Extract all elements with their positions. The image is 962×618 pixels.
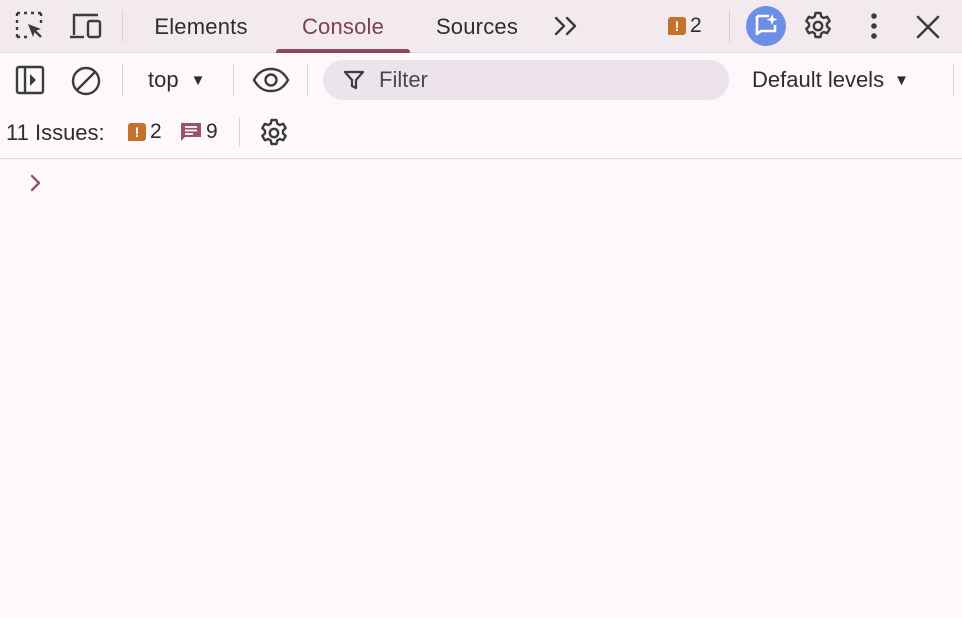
- sidebar-toggle-icon[interactable]: [15, 65, 45, 95]
- issues-info-counter[interactable]: 9: [180, 120, 218, 144]
- message-icon: [180, 121, 202, 143]
- gear-icon[interactable]: [258, 117, 290, 149]
- filter-box[interactable]: [323, 60, 729, 100]
- inspect-element-icon[interactable]: [14, 10, 46, 42]
- context-selector[interactable]: top ▼: [148, 53, 205, 107]
- divider: [122, 10, 123, 42]
- dropdown-caret-icon: ▼: [190, 71, 206, 89]
- divider: [239, 117, 240, 147]
- device-toolbar-icon[interactable]: [68, 11, 104, 41]
- log-levels-dropdown[interactable]: Default levels ▼: [752, 53, 909, 107]
- divider: [122, 64, 123, 96]
- issues-warnings-counter[interactable]: ! 2: [128, 120, 162, 144]
- clear-console-icon[interactable]: [70, 65, 102, 97]
- dropdown-caret-icon: ▼: [894, 71, 909, 89]
- warning-icon: !: [128, 123, 146, 141]
- console-prompt[interactable]: [29, 172, 43, 194]
- close-icon[interactable]: [915, 14, 941, 40]
- chevron-right-icon: [29, 172, 43, 194]
- divider: [233, 64, 234, 96]
- issues-label: 11 Issues:: [6, 120, 105, 145]
- gear-icon[interactable]: [802, 10, 834, 42]
- warnings-counter[interactable]: ! 2: [668, 14, 702, 38]
- ai-assistant-button[interactable]: [746, 6, 786, 46]
- more-tabs-icon[interactable]: [553, 14, 579, 38]
- divider: [307, 64, 308, 96]
- divider: [729, 10, 730, 42]
- divider: [953, 64, 954, 96]
- eye-icon[interactable]: [252, 66, 290, 94]
- ai-assistant-icon: [754, 13, 778, 39]
- tab-sources[interactable]: Sources: [420, 0, 534, 53]
- tab-console[interactable]: Console: [276, 0, 410, 53]
- filter-input[interactable]: [379, 67, 679, 93]
- warning-icon: !: [668, 17, 686, 35]
- kebab-menu-icon[interactable]: [862, 12, 886, 40]
- tab-elements[interactable]: Elements: [140, 0, 262, 53]
- filter-icon: [343, 69, 365, 91]
- devtools-tabbar: Elements Console Sources ! 2: [0, 0, 962, 53]
